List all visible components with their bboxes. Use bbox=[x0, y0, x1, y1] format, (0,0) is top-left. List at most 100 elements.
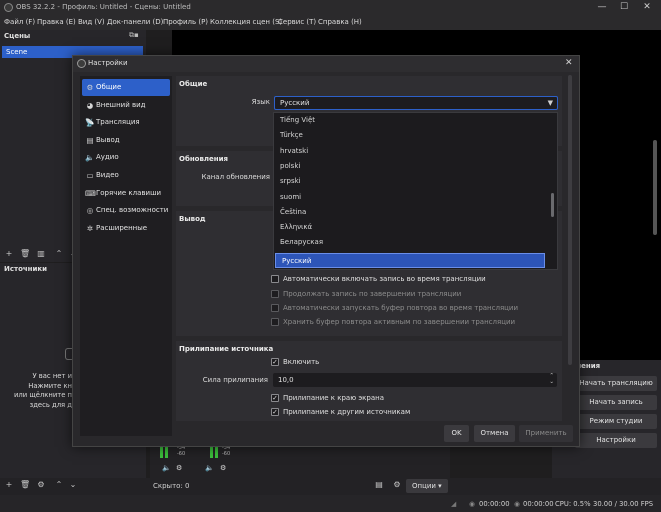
menu-view[interactable]: Вид (V) bbox=[78, 18, 105, 26]
snapping-title: Прилипание источника bbox=[179, 345, 274, 353]
options-button[interactable]: Опции ▾ bbox=[406, 479, 448, 493]
right-scrollbar[interactable] bbox=[653, 140, 657, 235]
language-option[interactable]: Čeština bbox=[274, 205, 544, 220]
settings-scrollbar[interactable] bbox=[568, 75, 572, 365]
nav-item[interactable]: ◎ Спец. возможности bbox=[82, 202, 170, 219]
apply-button[interactable]: Применить bbox=[519, 425, 573, 442]
nav-item[interactable]: ◕ Внешний вид bbox=[82, 97, 170, 114]
start-recording-button[interactable]: Начать запись bbox=[575, 395, 657, 410]
mixer-settings-icon[interactable]: ⚙ bbox=[176, 464, 182, 472]
record-time: 00:00:00 bbox=[523, 500, 554, 508]
snap-strength-spinbox[interactable]: 10,0 ⌃ ⌄ bbox=[273, 373, 557, 387]
stream-indicator-icon: ◉ bbox=[469, 500, 475, 508]
language-option[interactable]: hrvatski bbox=[274, 144, 544, 159]
nav-item-label: Трансляция bbox=[96, 118, 140, 127]
nav-item-label: Спец. возможности bbox=[96, 206, 169, 215]
empty-line: У вас нет и bbox=[32, 372, 72, 380]
menu-help[interactable]: Справка (H) bbox=[318, 18, 362, 26]
general-title: Общие bbox=[179, 80, 208, 88]
mixer-settings-icon[interactable]: ⚙ bbox=[220, 464, 226, 472]
nav-item[interactable]: 🔈 Аудио bbox=[82, 149, 170, 166]
empty-line: здесь для д bbox=[29, 400, 72, 409]
fps-readout: 30.00 / 30.00 FPS bbox=[593, 500, 654, 508]
dialog-titlebar: Настройки ✕ bbox=[73, 56, 579, 72]
menu-docks[interactable]: Док-панели (D) bbox=[107, 18, 163, 26]
updates-title: Обновления bbox=[179, 155, 229, 163]
move-up-icon[interactable]: ⌃ bbox=[54, 480, 64, 490]
volume-meter bbox=[165, 446, 168, 458]
language-select[interactable]: Русский ▼ bbox=[274, 96, 558, 110]
volume-meter bbox=[215, 446, 218, 458]
dock-float-icon[interactable]: ⧉▪ bbox=[129, 31, 139, 40]
close-window-button[interactable]: ✕ bbox=[637, 1, 657, 14]
add-scene-icon[interactable]: + bbox=[4, 249, 14, 259]
keyboard-icon: ⌨ bbox=[85, 188, 96, 198]
snap-screen-edge-checkbox[interactable]: ✓ bbox=[271, 394, 279, 402]
maximize-button[interactable]: ☐ bbox=[614, 1, 634, 14]
nav-item-label: Горячие клавиши bbox=[96, 188, 162, 197]
auto-record-checkbox[interactable] bbox=[271, 275, 279, 283]
speaker-icon[interactable]: 🔈 bbox=[162, 464, 171, 472]
remove-source-icon[interactable]: 🗑 bbox=[20, 480, 30, 490]
nav-item[interactable]: 📡 Трансляция bbox=[82, 114, 170, 131]
language-option[interactable]: srpski bbox=[274, 174, 544, 189]
dialog-close-icon[interactable]: ✕ bbox=[565, 58, 573, 68]
palette-icon: ◕ bbox=[86, 100, 94, 110]
move-up-icon[interactable]: ⌃ bbox=[54, 249, 64, 259]
scene-filters-icon[interactable]: ▥ bbox=[36, 249, 46, 259]
nav-item[interactable]: ⌨ Горячие клавиши bbox=[82, 185, 170, 202]
menu-edit[interactable]: Правка (E) bbox=[37, 18, 76, 26]
menu-file[interactable]: Файл (F) bbox=[4, 18, 35, 26]
cancel-button[interactable]: Отмена bbox=[474, 425, 515, 442]
move-down-icon[interactable]: ⌄ bbox=[68, 480, 78, 490]
empty-line: или щёлкните п bbox=[14, 391, 72, 399]
snap-other-sources-checkbox[interactable]: ✓ bbox=[271, 408, 279, 416]
snapping-enable-checkbox[interactable]: ✓ bbox=[271, 358, 279, 366]
language-option[interactable]: polski bbox=[274, 159, 544, 174]
keep-replay-checkbox[interactable] bbox=[271, 318, 279, 326]
title-bar: OBS 32.2.2 - Профиль: Untitled - Сцены: … bbox=[0, 0, 661, 16]
nav-item[interactable]: ⚙ Общие bbox=[82, 79, 170, 96]
studio-mode-button[interactable]: Режим студии bbox=[575, 414, 657, 429]
source-properties-icon[interactable]: ⚙ bbox=[36, 480, 46, 490]
language-option[interactable]: Tiếng Việt bbox=[274, 113, 544, 128]
start-streaming-button[interactable]: Начать трансляцию bbox=[575, 376, 657, 391]
language-option[interactable]: Русский bbox=[275, 252, 545, 268]
mixer-gear-icon[interactable]: ⚙ bbox=[392, 480, 402, 490]
nav-item[interactable]: ▤ Вывод bbox=[82, 132, 170, 149]
nav-item[interactable]: ▭ Видео bbox=[82, 167, 170, 184]
menu-bar: Файл (F) Правка (E) Вид (V) Док-панели (… bbox=[0, 16, 661, 30]
language-option[interactable]: Ελληνικά bbox=[274, 220, 544, 235]
speaker-icon: 🔈 bbox=[85, 153, 95, 163]
ok-button[interactable]: OK bbox=[444, 425, 469, 442]
menu-tools[interactable]: Сервис (T) bbox=[278, 18, 316, 26]
add-source-icon[interactable]: + bbox=[4, 480, 14, 490]
language-label: Язык bbox=[251, 98, 270, 106]
volume-meter bbox=[160, 446, 163, 458]
dialog-title: Настройки bbox=[88, 59, 128, 67]
auto-replay-checkbox[interactable] bbox=[271, 304, 279, 312]
accessibility-icon: ◎ bbox=[86, 206, 94, 216]
language-option[interactable]: suomi bbox=[274, 190, 544, 205]
settings-button[interactable]: Настройки bbox=[575, 433, 657, 448]
language-dropdown-list[interactable]: Tiếng Việt Türkçe hrvatski polski srpski suom… bbox=[273, 112, 558, 270]
menu-scene-collection[interactable]: Коллекция сцен (S) bbox=[210, 18, 282, 26]
snap-other-sources-label: Прилипание к другим источникам bbox=[283, 408, 411, 416]
language-value: Русский bbox=[280, 99, 310, 107]
language-option[interactable]: Türkçe bbox=[274, 128, 544, 143]
language-option[interactable]: Беларуская bbox=[274, 235, 544, 250]
spin-down-icon[interactable]: ⌄ bbox=[549, 379, 554, 386]
stream-time: 00:00:00 bbox=[479, 500, 510, 508]
broadcast-icon: 📡 bbox=[85, 118, 95, 128]
remove-scene-icon[interactable]: 🗑 bbox=[20, 249, 30, 259]
network-icon: ◢ bbox=[451, 500, 457, 508]
menu-profile[interactable]: Профиль (P) bbox=[163, 18, 208, 26]
minimize-button[interactable]: — bbox=[592, 1, 612, 14]
mixer-layout-icon[interactable]: ▤ bbox=[374, 480, 384, 490]
keep-recording-checkbox[interactable] bbox=[271, 290, 279, 298]
nav-item-label: Аудио bbox=[96, 153, 119, 162]
speaker-icon[interactable]: 🔈 bbox=[205, 464, 214, 472]
nav-item[interactable]: ✲ Расширенные bbox=[82, 220, 170, 237]
dropdown-scrollbar[interactable] bbox=[551, 193, 554, 217]
keep-replay-label: Хранить буфер повтора активным по заверш… bbox=[283, 318, 516, 326]
